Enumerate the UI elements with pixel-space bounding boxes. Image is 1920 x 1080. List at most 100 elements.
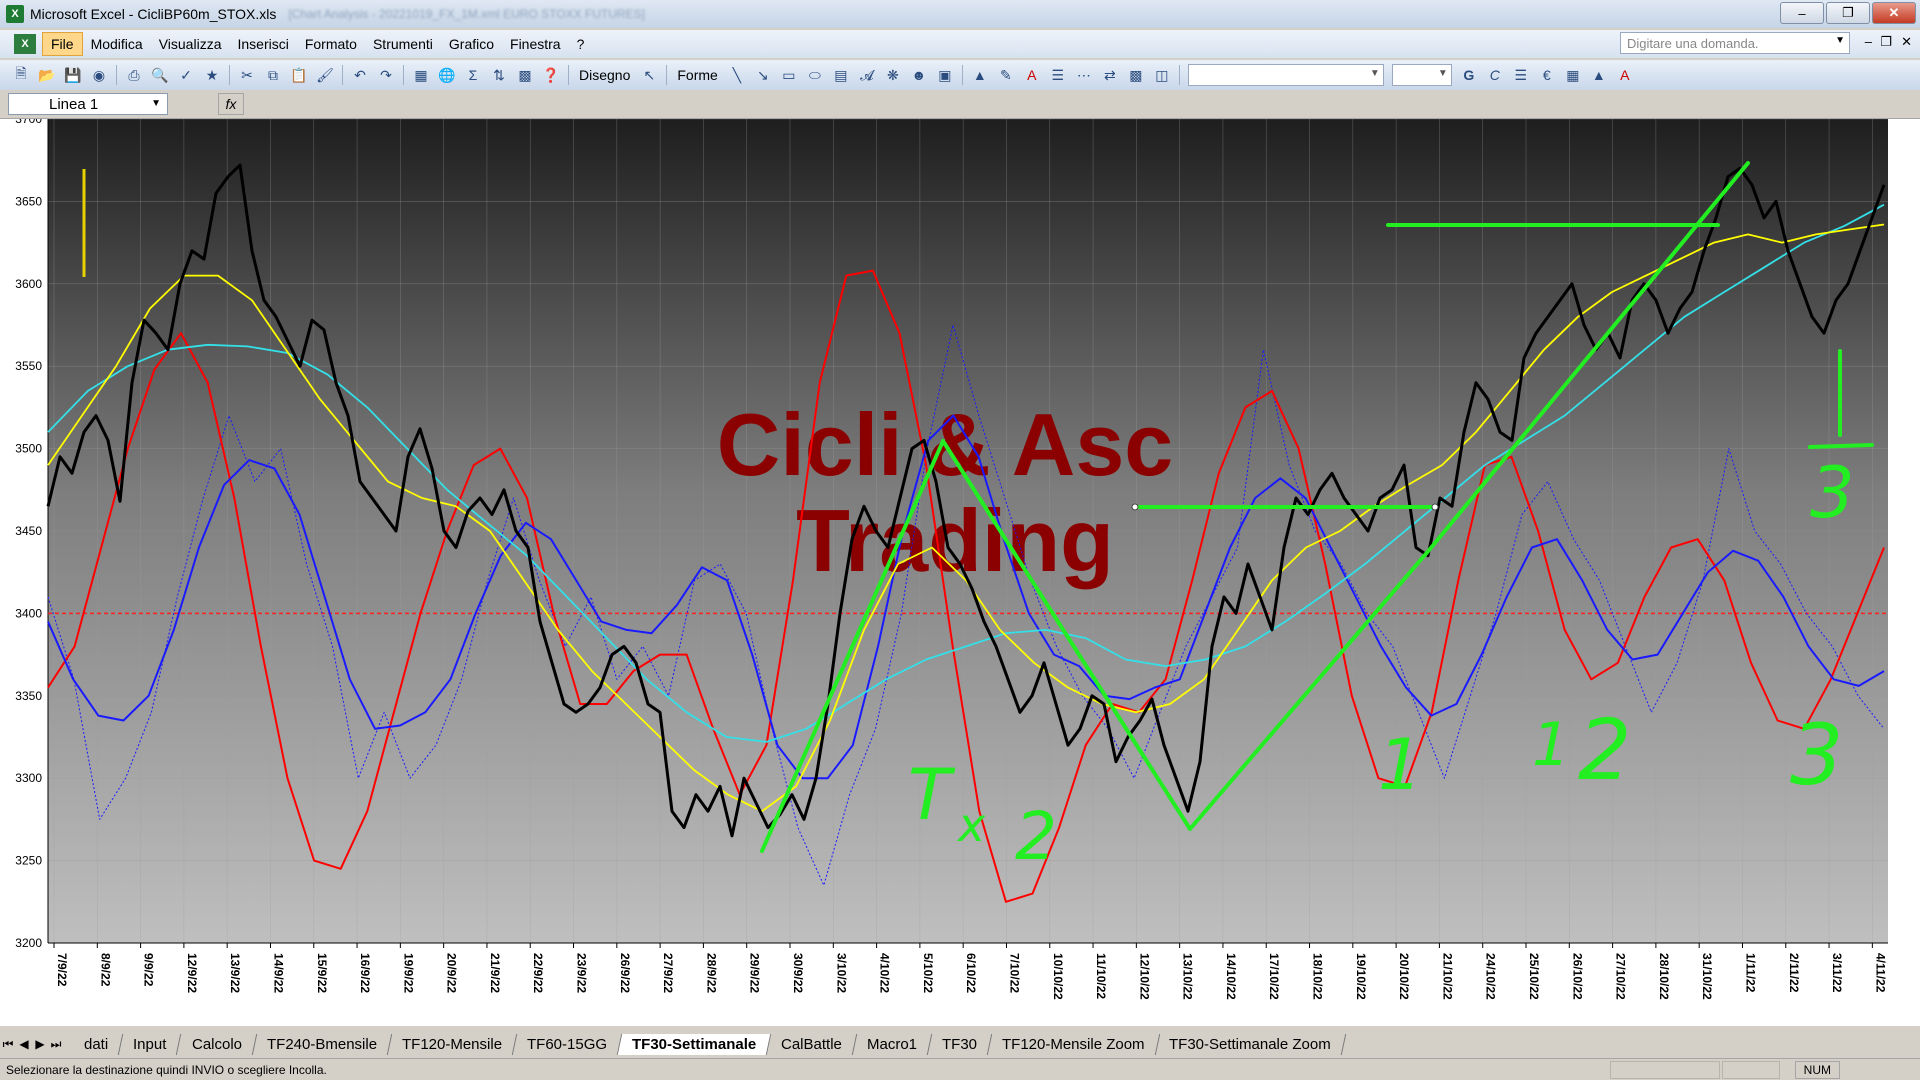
permission-icon[interactable]: ◉ (88, 64, 110, 86)
doc-close-button[interactable]: ✕ (1901, 34, 1912, 50)
font-size-combo[interactable]: ▼ (1391, 64, 1452, 86)
select-objects-icon[interactable]: ↖ (638, 64, 660, 86)
draw-menu[interactable]: Disegno (573, 67, 636, 83)
sheet-tab[interactable]: Macro1 (852, 1033, 933, 1055)
name-box[interactable]: Linea 1 ▼ (8, 93, 168, 115)
next-sheet-icon[interactable]: ▶ (32, 1037, 48, 1051)
paste-icon[interactable]: 📋 (288, 64, 310, 86)
diagram-icon[interactable]: ❋ (882, 64, 904, 86)
window-title-extra: [Chart Analysis - 20221019_FX_1M.xml EUR… (288, 7, 645, 21)
dash-style-icon[interactable]: ⋯ (1073, 64, 1095, 86)
first-sheet-icon[interactable]: ⏮ (0, 1037, 16, 1052)
menu-strumenti[interactable]: Strumenti (365, 33, 441, 55)
sheet-tab[interactable]: TF30 (927, 1033, 993, 1055)
sort-icon[interactable]: ⇅ (488, 64, 510, 86)
x-tick-label: 4/11/22 (1873, 953, 1887, 993)
sheet-tab[interactable]: Calcolo (177, 1033, 257, 1055)
sheet-tab[interactable]: TF120-Mensile (387, 1033, 517, 1055)
autoshapes-menu[interactable]: Forme (671, 67, 723, 83)
chart-icon[interactable]: ▩ (514, 64, 536, 86)
last-sheet-icon[interactable]: ⏭ (48, 1037, 64, 1052)
open-icon[interactable]: 📂 (36, 64, 58, 86)
clipart-icon[interactable]: ☻ (908, 64, 930, 86)
chevron-down-icon[interactable]: ▼ (1370, 68, 1380, 79)
sheet-tab[interactable]: dati (69, 1033, 124, 1055)
sheet-tab[interactable]: TF30-Settimanale (617, 1033, 772, 1055)
research-icon[interactable]: ★ (201, 64, 223, 86)
menu-formato[interactable]: Formato (297, 33, 365, 55)
borders-icon[interactable]: ▦ (1562, 64, 1584, 86)
chevron-down-icon[interactable]: ▼ (1438, 68, 1448, 79)
currency-button[interactable]: € (1536, 64, 1558, 86)
sheet-tab[interactable]: TF30-Settimanale Zoom (1155, 1033, 1347, 1055)
y-tick-label: 3650 (15, 194, 42, 208)
save-icon[interactable]: 💾 (62, 64, 84, 86)
oval-icon[interactable]: ⬭ (804, 64, 826, 86)
textbox-icon[interactable]: ▤ (830, 64, 852, 86)
doc-restore-button[interactable]: ❐ (1880, 34, 1892, 50)
rectangle-icon[interactable]: ▭ (778, 64, 800, 86)
annotation-handwriting: 3 (1790, 706, 1843, 804)
menu-inserisci[interactable]: Inserisci (229, 33, 296, 55)
italic-button[interactable]: C (1484, 64, 1506, 86)
sheet-tab[interactable]: Input (118, 1033, 182, 1055)
maximize-button[interactable]: ❐ (1826, 2, 1870, 24)
help-icon[interactable]: ❓ (540, 64, 562, 86)
align-icon[interactable]: ☰ (1510, 64, 1532, 86)
menu-visualizza[interactable]: Visualizza (151, 33, 230, 55)
spelling-icon[interactable]: ✓ (175, 64, 197, 86)
cut-icon[interactable]: ✂ (236, 64, 258, 86)
format-painter-icon[interactable]: 🖌 (314, 64, 336, 86)
menu-help[interactable]: ? (569, 33, 593, 55)
minimize-button[interactable]: – (1780, 2, 1824, 24)
line-icon[interactable]: ╲ (726, 64, 748, 86)
print-preview-icon[interactable]: 🔍 (149, 64, 171, 86)
arrow-icon[interactable]: ↘ (752, 64, 774, 86)
document-icon[interactable]: X (14, 34, 36, 54)
insert-function-button[interactable]: fx (218, 93, 244, 115)
bold-button[interactable]: G (1458, 64, 1480, 86)
undo-icon[interactable]: ↶ (349, 64, 371, 86)
line-color-icon[interactable]: ✎ (995, 64, 1017, 86)
menu-grafico[interactable]: Grafico (441, 33, 502, 55)
print-icon[interactable]: ⎙ (123, 64, 145, 86)
chevron-down-icon[interactable]: ▼ (1835, 35, 1845, 46)
picture-icon[interactable]: ▣ (934, 64, 956, 86)
autosum-icon[interactable]: Σ (462, 64, 484, 86)
x-tick-label: 24/10/22 (1484, 953, 1498, 1000)
font-name-combo[interactable]: ▼ (1187, 64, 1384, 86)
new-icon[interactable]: 🗎 (10, 64, 32, 86)
chevron-down-icon[interactable]: ▼ (151, 98, 161, 109)
fill-color-icon[interactable]: ▲ (969, 64, 991, 86)
sheet-tab[interactable]: TF60-15GG (512, 1033, 622, 1055)
menu-finestra[interactable]: Finestra (502, 33, 569, 55)
sheet-tab-label: TF120-Mensile (401, 1035, 502, 1053)
font-color-icon-2[interactable]: A (1614, 64, 1636, 86)
copy-icon[interactable]: ⧉ (262, 64, 284, 86)
3d-icon[interactable]: ◫ (1151, 64, 1173, 86)
close-button[interactable]: ✕ (1872, 2, 1916, 24)
arrow-style-icon[interactable]: ⇄ (1099, 64, 1121, 86)
prev-sheet-icon[interactable]: ◀ (16, 1037, 32, 1051)
chart-sheet[interactable]: 3200 3250 3300 3350 3400 3450 3500 3550 3600 3650… (0, 118, 1920, 1026)
sheet-tab[interactable]: TF120-Mensile Zoom (987, 1033, 1160, 1055)
font-color-icon[interactable]: A (1021, 64, 1043, 86)
ask-question-input[interactable]: Digitare una domanda. ▼ (1620, 32, 1850, 54)
shadow-icon[interactable]: ▩ (1125, 64, 1147, 86)
chart-wizard-icon[interactable]: ▦ (410, 64, 432, 86)
redo-icon[interactable]: ↷ (375, 64, 397, 86)
line-style-icon[interactable]: ☰ (1047, 64, 1069, 86)
menu-file[interactable]: File (42, 32, 83, 56)
fill-color-icon-2[interactable]: ▲ (1588, 64, 1610, 86)
annotation-handwriting: 2 (1015, 798, 1057, 875)
doc-minimize-button[interactable]: – (1865, 34, 1872, 49)
wordart-icon[interactable]: 𝓐 (856, 64, 878, 86)
sheet-tab[interactable]: TF240-Bmensile (252, 1033, 392, 1055)
hyperlink-icon[interactable]: 🌐 (436, 64, 458, 86)
price-chart[interactable]: 3200 3250 3300 3350 3400 3450 3500 3550 3600 3650… (0, 119, 1920, 1027)
menu-modifica[interactable]: Modifica (83, 33, 151, 55)
y-tick-label: 3600 (15, 277, 42, 291)
annotation-handwriting: 3 (1810, 452, 1855, 534)
sheet-tab[interactable]: CalBattle (766, 1033, 858, 1055)
x-tick-label: 23/9/22 (575, 953, 589, 993)
